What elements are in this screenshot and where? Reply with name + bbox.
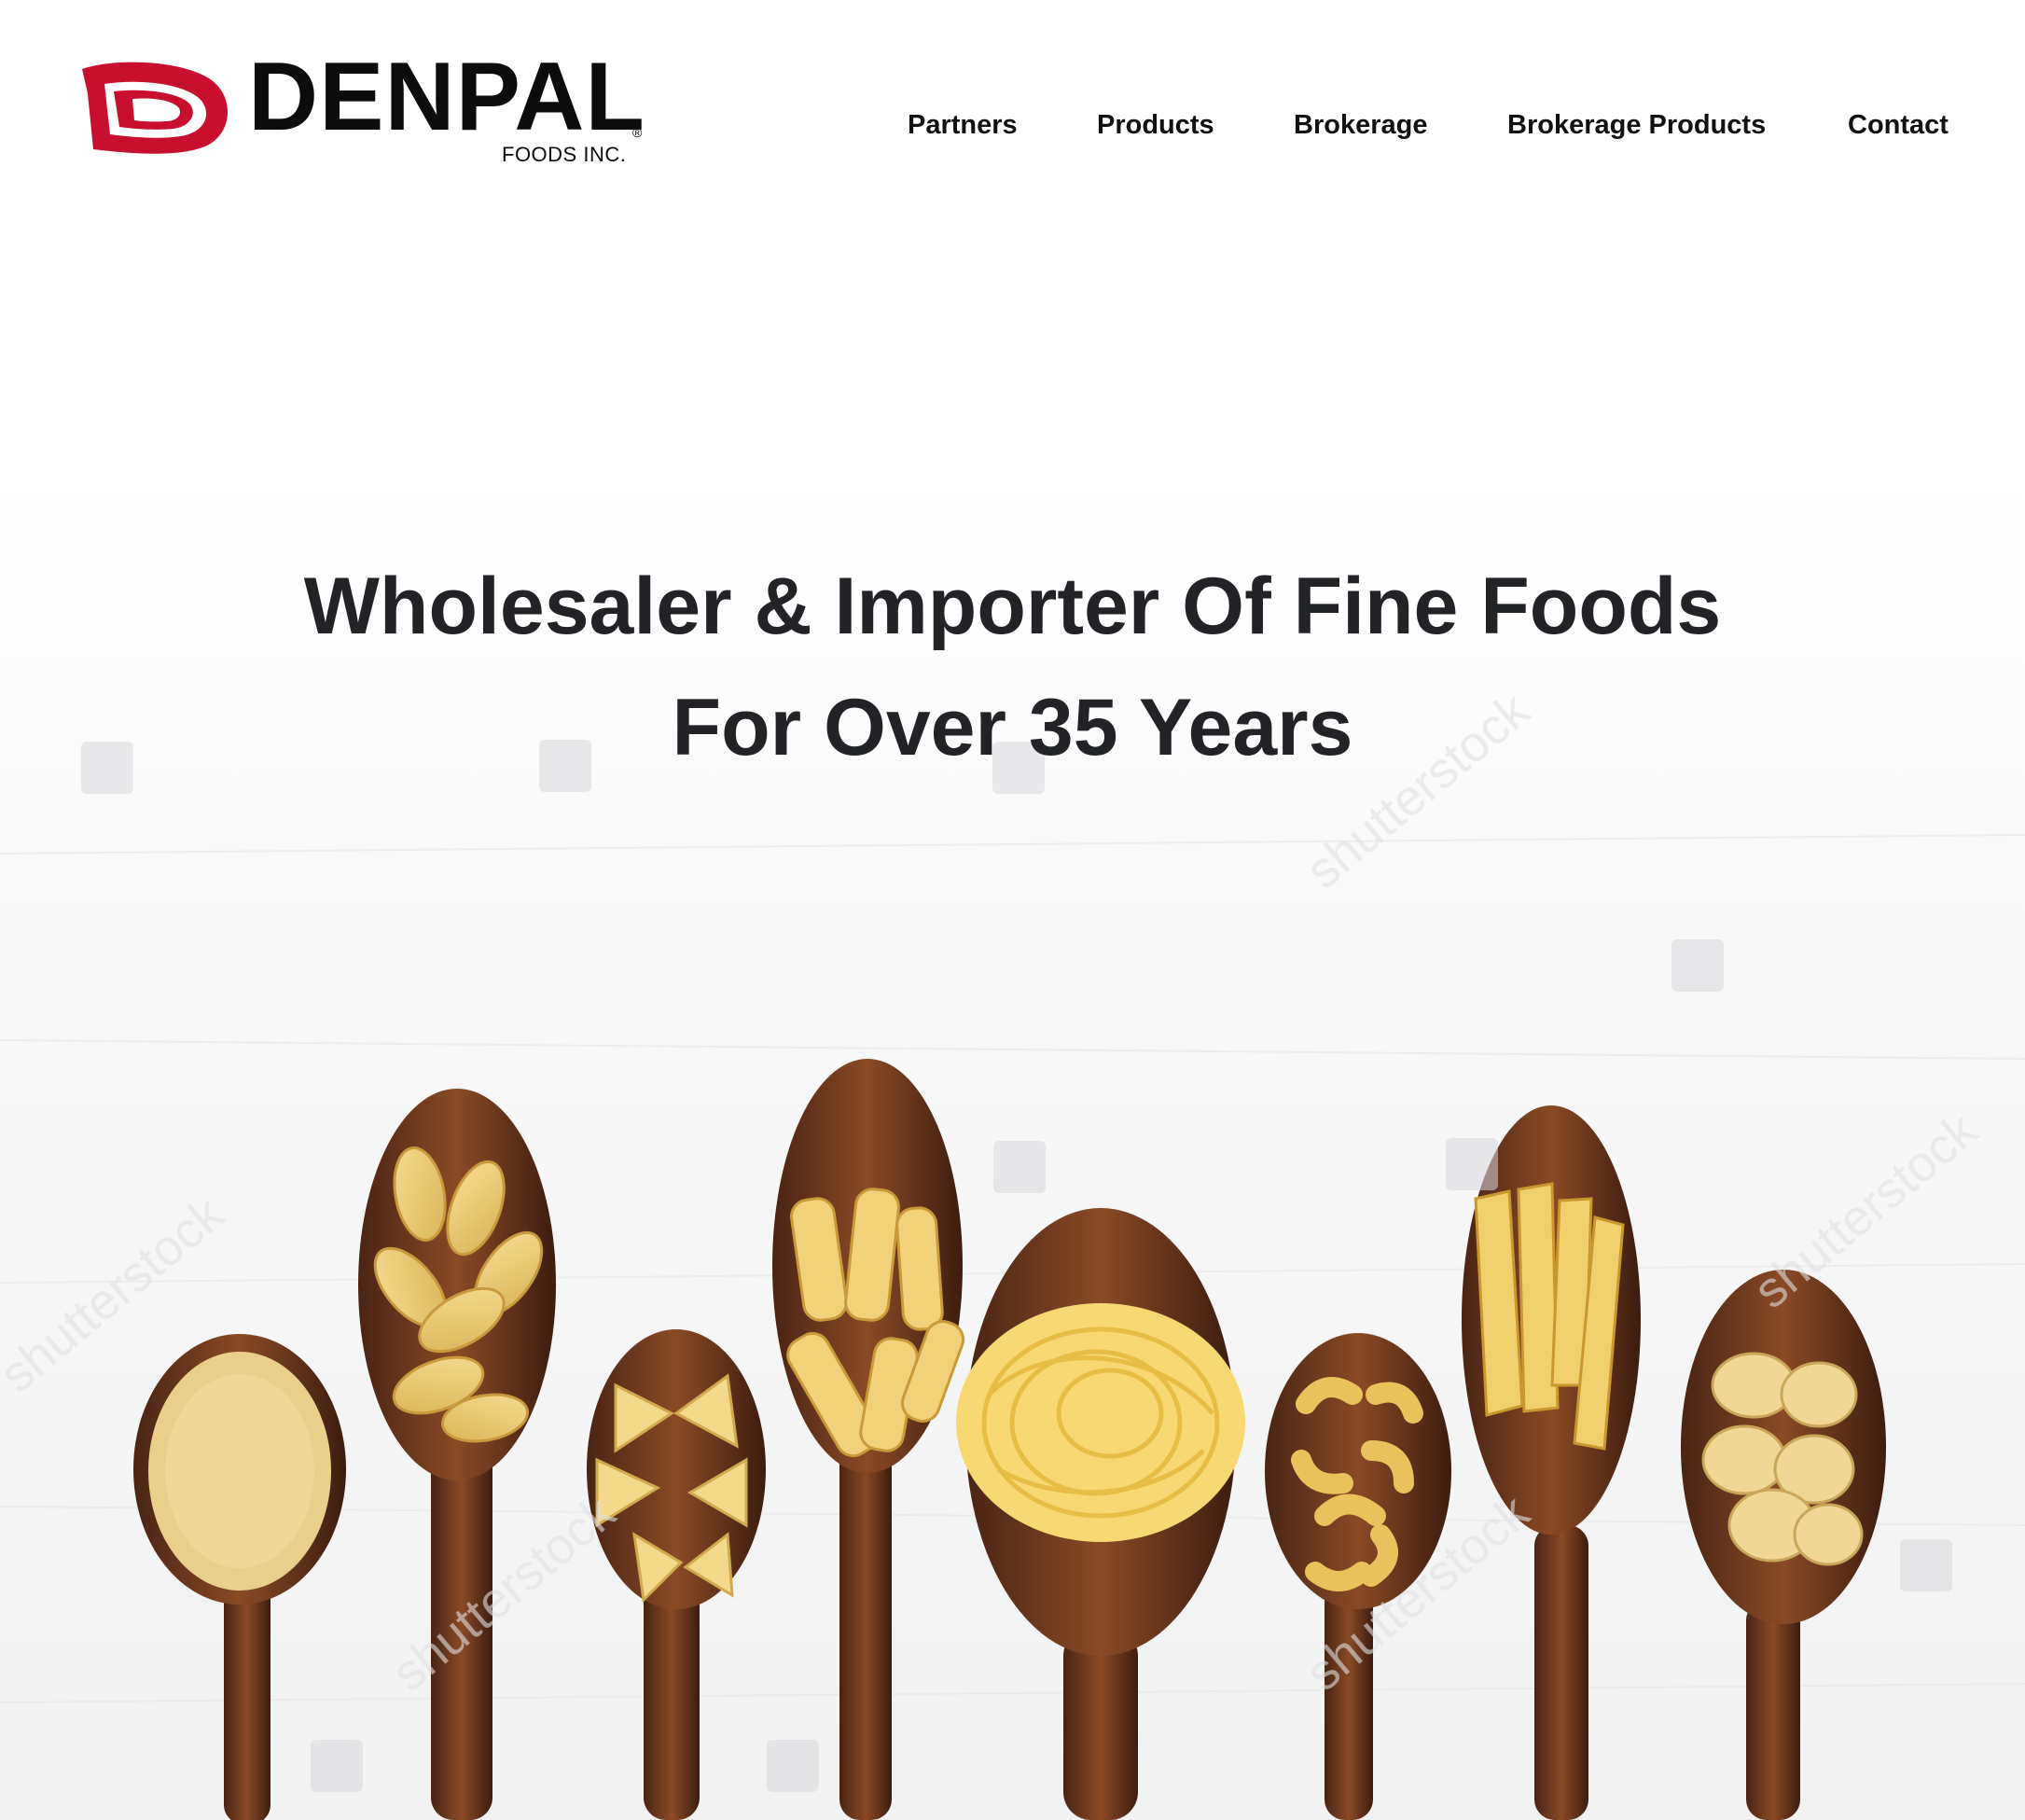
spoon-orecchiette [1681, 1270, 1886, 1820]
svg-text:shutterstock: shutterstock [381, 1483, 626, 1702]
denpal-logo[interactable]: DENPAL ® FOODS INC. [76, 49, 655, 175]
nav-products[interactable]: Products [1097, 110, 1214, 141]
spoon-penne [1462, 1105, 1641, 1820]
brand-name: DENPAL [248, 43, 645, 151]
headline-line-1: Wholesaler & Importer Of Fine Foods [303, 562, 1722, 651]
svg-text:shutterstock: shutterstock [1743, 1101, 1988, 1319]
spoon-tagliatelle [956, 1208, 1245, 1820]
spoon-fusilli [772, 1059, 965, 1820]
spoon-farfalle [587, 1329, 766, 1820]
brand-tagline: FOODS INC. [502, 143, 627, 166]
hero-headline: Wholesaler & Importer Of Fine Foods For … [0, 546, 2025, 788]
site-header: DENPAL ® FOODS INC. Partners Products Br… [0, 0, 2025, 243]
nav-partners[interactable]: Partners [908, 110, 1018, 141]
nav-brokerage-products[interactable]: Brokerage Products [1507, 110, 1766, 141]
headline-line-2: For Over 35 Years [672, 683, 1353, 772]
denpal-d-emblem-icon [82, 62, 229, 154]
hero-banner: shutterstock shutterstock shutterstock s… [0, 462, 2025, 1820]
registered-mark: ® [632, 125, 643, 140]
spoon-gnocchi [358, 1089, 556, 1820]
nav-brokerage[interactable]: Brokerage [1294, 110, 1427, 141]
nav-contact[interactable]: Contact [1848, 110, 1949, 141]
